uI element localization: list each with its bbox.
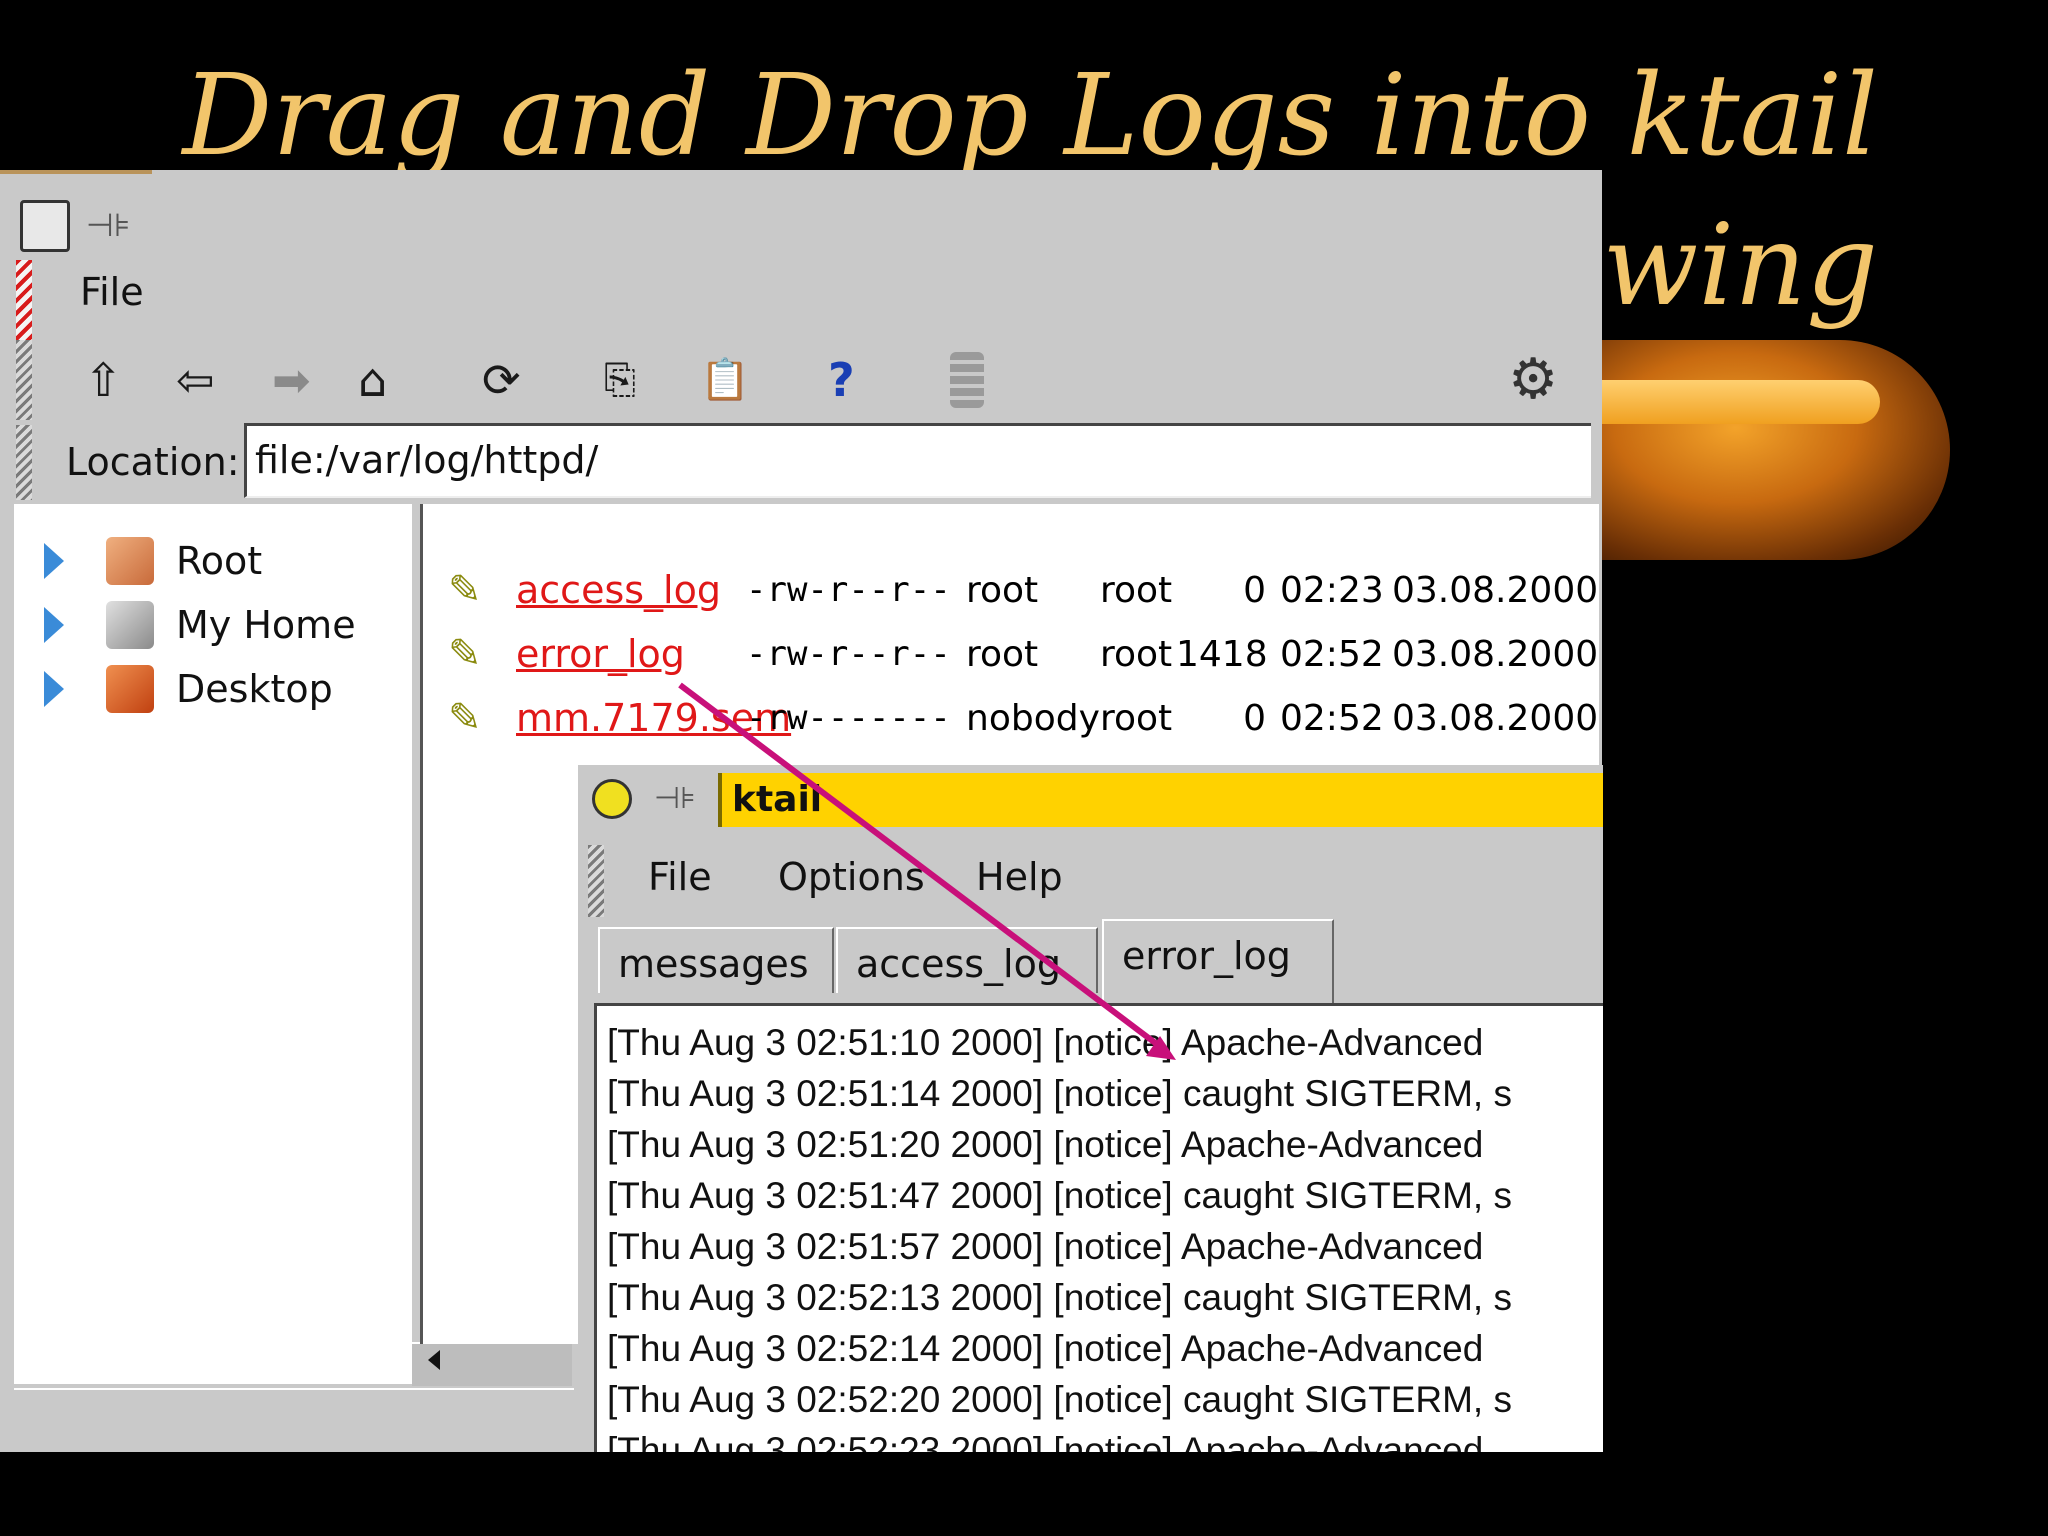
- ktail-titlebar[interactable]: ktail: [718, 773, 1603, 827]
- tab-label: access_log: [856, 942, 1061, 986]
- status-area: [14, 1388, 574, 1452]
- file-permissions: -rw-------: [746, 698, 951, 738]
- file-row[interactable]: ✎ access_log -rw-r--r-- root root 0 02:2…: [448, 562, 1598, 618]
- file-time: 02:52: [1280, 697, 1384, 739]
- log-line: [Thu Aug 3 02:51:47 2000] [notice] caugh…: [607, 1175, 1512, 1216]
- tree-item-root[interactable]: Root: [44, 534, 262, 588]
- horizontal-scrollbar[interactable]: [412, 1342, 572, 1386]
- file-size: 0: [1243, 569, 1266, 611]
- stop-icon[interactable]: [950, 352, 984, 408]
- decorative-bullet-graphic: [1560, 340, 1950, 560]
- file-time: 02:23: [1280, 569, 1384, 611]
- tree-label-my-home: My Home: [176, 603, 356, 647]
- file-row[interactable]: ✎ error_log -rw-r--r-- root root 1418 02…: [448, 626, 1598, 682]
- log-line: [Thu Aug 3 02:51:57 2000] [notice] Apach…: [607, 1226, 1484, 1267]
- expand-arrow-icon[interactable]: [44, 543, 64, 579]
- file-name[interactable]: access_log: [516, 568, 746, 612]
- file-group: root: [1100, 697, 1173, 739]
- log-file-icon: ✎: [448, 695, 482, 741]
- menu-file[interactable]: File: [80, 270, 144, 314]
- file-group: root: [1100, 569, 1173, 611]
- back-arrow-icon[interactable]: ⇦: [176, 352, 215, 408]
- paste-icon[interactable]: 📋: [700, 352, 750, 408]
- file-owner: root: [966, 633, 1039, 675]
- ktail-app-icon[interactable]: [592, 779, 632, 819]
- toolbar-handle[interactable]: [16, 340, 32, 420]
- expand-arrow-icon[interactable]: [44, 671, 64, 707]
- location-handle[interactable]: [16, 425, 32, 500]
- help-icon[interactable]: ?: [828, 352, 855, 408]
- location-label: Location:: [66, 440, 240, 484]
- ktail-window: ⊣⊧ ktail File Options Help messages acce…: [578, 765, 1603, 1452]
- log-view[interactable]: [Thu Aug 3 02:51:10 2000] [notice] Apach…: [594, 1003, 1603, 1452]
- up-arrow-icon[interactable]: ⇧: [84, 352, 123, 408]
- ktail-title: ktail: [732, 779, 823, 820]
- tab-messages[interactable]: messages: [598, 927, 834, 993]
- file-permissions: -rw-r--r--: [746, 570, 951, 610]
- log-line: [Thu Aug 3 02:52:20 2000] [notice] caugh…: [607, 1379, 1512, 1420]
- log-line: [Thu Aug 3 02:51:20 2000] [notice] Apach…: [607, 1124, 1484, 1165]
- slide-title-line-1: Drag and Drop Logs into ktail: [182, 51, 1878, 181]
- tree-panel: Root My Home Desktop: [14, 504, 412, 1384]
- file-row[interactable]: ✎ mm.7179.sem -rw------- nobody root 0 0…: [448, 690, 1598, 746]
- file-date: 03.08.2000: [1392, 633, 1599, 675]
- decorative-bullet-highlight: [1600, 380, 1880, 424]
- location-input[interactable]: file:/var/log/httpd/: [244, 423, 1591, 498]
- tree-label-root: Root: [176, 539, 263, 583]
- location-value: file:/var/log/httpd/: [255, 438, 599, 482]
- slide-bottom-band: [0, 1452, 2048, 1536]
- window-menu-icon[interactable]: [20, 200, 70, 252]
- file-owner: root: [966, 569, 1039, 611]
- desktop-folder-icon: [106, 665, 154, 713]
- file-name[interactable]: mm.7179.sem: [516, 696, 791, 740]
- menubar-handle[interactable]: [16, 260, 32, 340]
- forward-arrow-icon[interactable]: ➡: [272, 352, 311, 408]
- tab-access-log[interactable]: access_log: [836, 927, 1098, 993]
- tab-label: error_log: [1122, 934, 1291, 978]
- file-name[interactable]: error_log: [516, 632, 746, 676]
- tree-item-desktop[interactable]: Desktop: [44, 662, 333, 716]
- tree-item-my-home[interactable]: My Home: [44, 598, 356, 652]
- copy-icon[interactable]: ⎘: [604, 352, 636, 408]
- log-file-icon: ✎: [448, 567, 482, 613]
- expand-arrow-icon[interactable]: [44, 607, 64, 643]
- file-permissions: -rw-r--r--: [746, 634, 951, 674]
- ktail-menubar-handle[interactable]: [588, 845, 604, 917]
- pin-icon[interactable]: ⊣⊧: [86, 206, 131, 244]
- reload-icon[interactable]: ⟳: [482, 352, 521, 408]
- root-folder-icon: [106, 537, 154, 585]
- ktail-menu-help[interactable]: Help: [976, 855, 1063, 899]
- log-line: [Thu Aug 3 02:52:23 2000] [notice] Apach…: [607, 1430, 1484, 1452]
- file-group: root: [1100, 633, 1173, 675]
- log-line: [Thu Aug 3 02:51:14 2000] [notice] caugh…: [607, 1073, 1512, 1114]
- file-date: 03.08.2000: [1392, 569, 1599, 611]
- file-size: 0: [1243, 697, 1266, 739]
- file-date: 03.08.2000: [1392, 697, 1599, 739]
- tree-label-desktop: Desktop: [176, 667, 333, 711]
- log-line: [Thu Aug 3 02:52:14 2000] [notice] Apach…: [607, 1328, 1484, 1369]
- tab-label: messages: [618, 942, 809, 986]
- scroll-left-arrow-icon[interactable]: [428, 1350, 440, 1370]
- log-line: [Thu Aug 3 02:52:13 2000] [notice] caugh…: [607, 1277, 1512, 1318]
- gear-icon[interactable]: ⚙: [1508, 352, 1558, 408]
- file-time: 02:52: [1280, 633, 1384, 675]
- pin-icon[interactable]: ⊣⊧: [654, 781, 696, 816]
- tab-error-log[interactable]: error_log: [1102, 919, 1334, 1003]
- file-size: 1418: [1176, 633, 1268, 675]
- log-line: [Thu Aug 3 02:51:10 2000] [notice] Apach…: [607, 1022, 1484, 1063]
- ktail-menu-options[interactable]: Options: [778, 855, 925, 899]
- home-folder-icon: [106, 601, 154, 649]
- log-file-icon: ✎: [448, 631, 482, 677]
- file-owner: nobody: [966, 697, 1100, 739]
- ktail-menu-file[interactable]: File: [648, 855, 712, 899]
- home-icon[interactable]: ⌂: [358, 352, 387, 408]
